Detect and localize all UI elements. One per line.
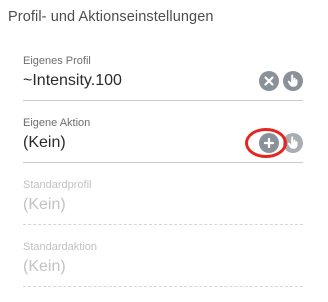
- default-action-underline: [23, 286, 303, 287]
- clear-icon[interactable]: [259, 71, 279, 91]
- default-action-value: (Kein): [23, 258, 66, 275]
- own-action-underline: [23, 162, 303, 163]
- hand-pointer-icon[interactable]: [283, 71, 303, 91]
- default-profile-value: (Kein): [23, 196, 66, 213]
- own-action-field[interactable]: Eigene Aktion (Kein): [23, 117, 303, 163]
- own-action-actions: [255, 132, 303, 154]
- panel-title: Profil- und Aktionseinstellungen: [8, 9, 214, 25]
- own-profile-underline: [23, 100, 303, 101]
- own-profile-actions: [255, 70, 303, 92]
- default-profile-underline: [23, 224, 303, 225]
- default-action-label: Standardaktion: [23, 241, 97, 253]
- own-profile-field[interactable]: Eigenes Profil ~Intensity.100: [23, 55, 303, 101]
- default-action-field: Standardaktion (Kein): [23, 241, 303, 287]
- hand-pointer-icon[interactable]: [283, 133, 303, 153]
- own-action-value[interactable]: (Kein): [23, 134, 66, 152]
- own-profile-value[interactable]: ~Intensity.100: [23, 72, 122, 90]
- default-profile-field: Standardprofil (Kein): [23, 179, 303, 225]
- own-profile-label: Eigenes Profil: [23, 55, 91, 67]
- default-profile-label: Standardprofil: [23, 179, 92, 191]
- add-icon[interactable]: [259, 133, 279, 153]
- own-action-label: Eigene Aktion: [23, 117, 91, 129]
